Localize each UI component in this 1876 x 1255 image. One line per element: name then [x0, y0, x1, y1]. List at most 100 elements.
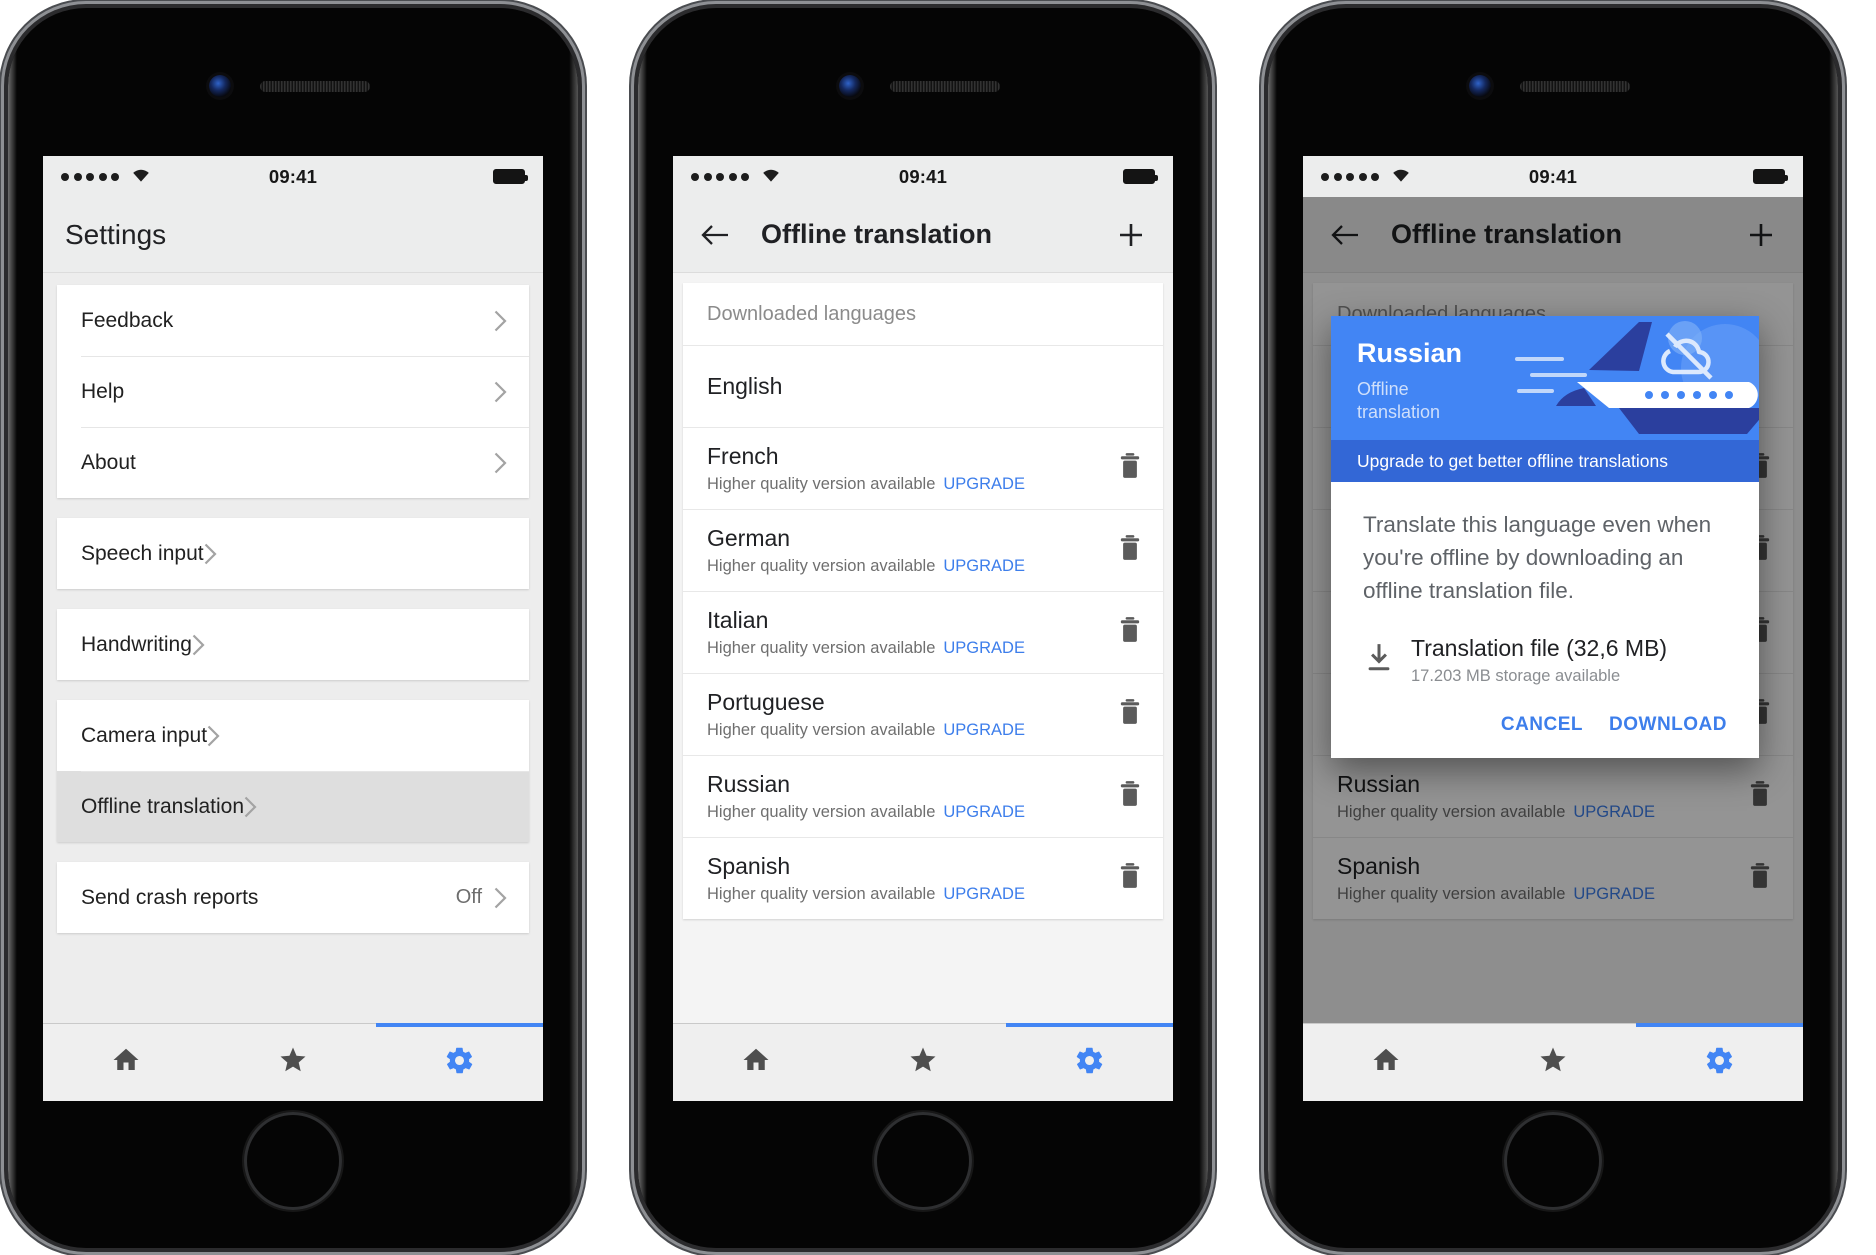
chevron-right-icon [207, 725, 220, 747]
language-subtitle: Higher quality version available UPGRADE [707, 557, 1025, 576]
back-arrow-icon[interactable] [695, 215, 735, 255]
chevron-right-icon [494, 310, 507, 332]
settings-row-about[interactable]: About [57, 427, 529, 498]
settings-group-1: Feedback Help About [57, 285, 529, 498]
screen-2: 09:41 Offline translation Downloaded lan… [673, 156, 1173, 1101]
settings-group-3: Handwriting [57, 609, 529, 680]
subtitle-text: Higher quality version available [707, 720, 936, 739]
nav-tab-starred[interactable] [840, 1024, 1007, 1101]
list-item[interactable]: English [683, 345, 1163, 427]
list-item[interactable]: German Higher quality version available U… [683, 509, 1163, 591]
screen-1: 09:41 Settings Feedback Help About Speec… [43, 156, 543, 1101]
front-camera-icon [1469, 75, 1491, 97]
nav-tab-home[interactable] [673, 1024, 840, 1101]
settings-row-speech-input[interactable]: Speech input [57, 518, 529, 589]
settings-row-offline-translation[interactable]: Offline translation [57, 771, 529, 842]
home-button[interactable] [244, 1112, 342, 1210]
bottom-nav-1[interactable] [43, 1023, 543, 1101]
page-title: Settings [65, 218, 167, 250]
settings-row-send-crash-reports[interactable]: Send crash reports Off [57, 862, 529, 933]
trash-icon[interactable] [1117, 452, 1143, 485]
nav-tab-settings[interactable] [376, 1023, 543, 1101]
language-subtitle: Higher quality version available UPGRADE [707, 639, 1025, 658]
list-item[interactable]: Italian Higher quality version available… [683, 591, 1163, 673]
language-list-2[interactable]: Downloaded languages English French High… [673, 273, 1173, 1101]
subtitle-text: Higher quality version available [707, 638, 936, 657]
upgrade-link[interactable]: UPGRADE [943, 639, 1025, 657]
screenshot-stage: 09:41 Settings Feedback Help About Speec… [0, 0, 1876, 1255]
trash-icon[interactable] [1117, 698, 1143, 731]
download-icon [1365, 643, 1393, 678]
language-subtitle: Higher quality version available UPGRADE [707, 803, 1025, 822]
language-name: German [707, 524, 791, 551]
language-text: German Higher quality version available U… [707, 525, 1025, 576]
settings-group-4: Camera input Offline translation [57, 700, 529, 842]
dialog-actions: CANCEL DOWNLOAD [1331, 692, 1759, 758]
nav-tab-home[interactable] [1303, 1024, 1470, 1101]
app-bar-2: Offline translation [673, 197, 1173, 273]
home-button[interactable] [874, 1112, 972, 1210]
settings-row-feedback[interactable]: Feedback [57, 285, 529, 356]
upgrade-link[interactable]: UPGRADE [943, 803, 1025, 821]
download-button[interactable]: DOWNLOAD [1609, 714, 1727, 736]
trash-icon[interactable] [1117, 862, 1143, 895]
status-bar-1: 09:41 [43, 156, 543, 197]
status-right [1123, 169, 1158, 184]
status-time: 09:41 [898, 165, 948, 187]
bottom-nav-2[interactable] [673, 1023, 1173, 1101]
star-icon [908, 1045, 938, 1080]
home-button[interactable] [1504, 1112, 1602, 1210]
earpiece-speaker [890, 81, 1000, 92]
upgrade-link[interactable]: UPGRADE [943, 885, 1025, 903]
language-text: Russian Higher quality version available… [707, 771, 1025, 822]
language-text: Portuguese Higher quality version availa… [707, 689, 1025, 740]
front-camera-icon [209, 75, 231, 97]
settings-row-label: Help [81, 379, 125, 403]
list-item[interactable]: Russian Higher quality version available… [683, 755, 1163, 837]
earpiece-speaker [1520, 81, 1630, 92]
status-right [1753, 169, 1788, 184]
trash-icon[interactable] [1117, 616, 1143, 649]
upgrade-link[interactable]: UPGRADE [943, 721, 1025, 739]
settings-group-2: Speech input [57, 518, 529, 589]
chevron-right-icon [494, 381, 507, 403]
trash-icon[interactable] [1117, 780, 1143, 813]
trash-icon[interactable] [1117, 534, 1143, 567]
list-item[interactable]: Portuguese Higher quality version availa… [683, 673, 1163, 755]
screen-3: 09:41 Offline translation Downloaded lan… [1303, 156, 1803, 1101]
language-text: Spanish Higher quality version available… [707, 853, 1025, 904]
language-name: French [707, 442, 779, 469]
settings-row-camera-input[interactable]: Camera input [57, 700, 529, 771]
app-bar-1: Settings [43, 197, 543, 273]
upgrade-link[interactable]: UPGRADE [943, 557, 1025, 575]
settings-row-handwriting[interactable]: Handwriting [57, 609, 529, 680]
subtitle-text: Higher quality version available [707, 556, 936, 575]
star-icon [1538, 1045, 1568, 1080]
status-right [493, 169, 528, 184]
settings-list[interactable]: Feedback Help About Speech input Handwri… [43, 273, 543, 1101]
list-item[interactable]: French Higher quality version available U… [683, 427, 1163, 509]
nav-tab-starred[interactable] [210, 1024, 377, 1101]
nav-tab-settings[interactable] [1006, 1023, 1173, 1101]
dialog-body: Translate this language even when you're… [1331, 482, 1759, 692]
settings-row-label: Speech input [81, 541, 204, 565]
settings-row-help[interactable]: Help [57, 356, 529, 427]
nav-tab-home[interactable] [43, 1024, 210, 1101]
cancel-button[interactable]: CANCEL [1501, 714, 1583, 736]
subtitle-text: Higher quality version available [707, 884, 936, 903]
settings-row-label: Camera input [81, 723, 208, 747]
airplane-offline-cloud-illustration [1515, 321, 1759, 434]
dialog-banner-text: Upgrade to get better offline translatio… [1357, 450, 1668, 471]
chevron-right-icon [192, 634, 205, 656]
nav-tab-starred[interactable] [1470, 1024, 1637, 1101]
list-item[interactable]: Spanish Higher quality version available… [683, 837, 1163, 919]
plus-icon[interactable] [1111, 215, 1151, 255]
gear-icon [1704, 1045, 1735, 1081]
language-text: Italian Higher quality version available… [707, 607, 1025, 658]
earpiece-speaker [260, 81, 370, 92]
section-header-downloaded-languages: Downloaded languages [683, 283, 1163, 345]
upgrade-link[interactable]: UPGRADE [943, 475, 1025, 493]
battery-full-icon [1123, 169, 1158, 184]
bottom-nav-3[interactable] [1303, 1023, 1803, 1101]
nav-tab-settings[interactable] [1636, 1023, 1803, 1101]
